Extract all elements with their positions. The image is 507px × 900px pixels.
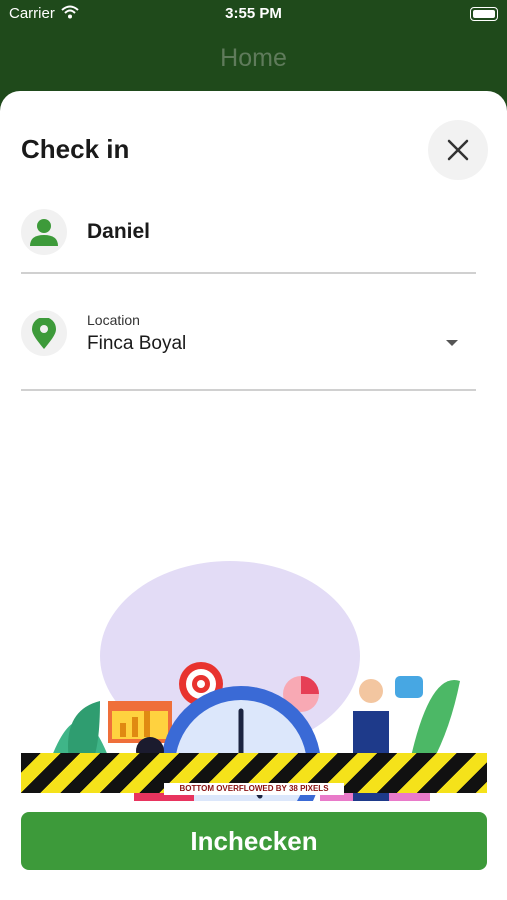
- divider: [21, 272, 476, 274]
- close-icon: [447, 139, 469, 161]
- battery-icon: [470, 7, 498, 21]
- clock-time: 3:55 PM: [225, 5, 282, 22]
- check-in-button[interactable]: Inchecken: [21, 812, 487, 870]
- overflow-warning-label: BOTTOM OVERFLOWED BY 38 PIXELS: [164, 783, 344, 795]
- location-select[interactable]: Finca Boyal: [87, 333, 186, 355]
- divider: [21, 389, 476, 391]
- location-label: Location: [87, 312, 140, 328]
- app-bar-title: Home: [220, 44, 287, 72]
- check-in-sheet: Check in Daniel Location Finca Boyal BOT…: [0, 91, 507, 900]
- dropdown-arrow-icon[interactable]: [446, 340, 458, 346]
- sheet-title: Check in: [21, 134, 130, 164]
- user-avatar: [21, 209, 67, 255]
- location-pin-icon: [32, 318, 56, 349]
- location-avatar: [21, 310, 67, 356]
- user-name: Daniel: [87, 220, 151, 243]
- close-button[interactable]: [428, 120, 488, 180]
- status-bar: Carrier 3:55 PM: [0, 0, 507, 28]
- person-icon: [30, 219, 58, 246]
